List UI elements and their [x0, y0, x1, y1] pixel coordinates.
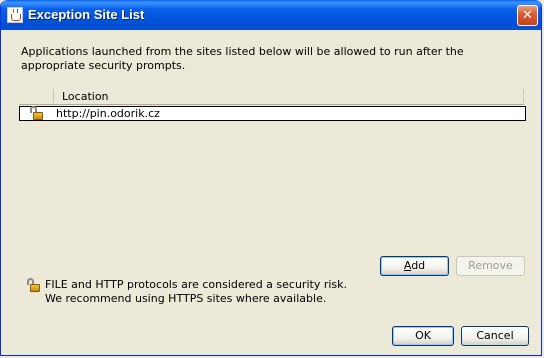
exception-site-list-dialog: Exception Site List ✕ Applications launc…: [0, 0, 542, 356]
row-icon-cell: [20, 106, 54, 120]
add-button[interactable]: Add: [380, 256, 449, 276]
unlocked-padlock-icon: [25, 278, 41, 292]
table-row[interactable]: http://pin.odorik.cz: [19, 106, 526, 121]
warning-line-2: We recommend using HTTPS sites where ava…: [45, 292, 327, 305]
table-header: Location: [19, 88, 524, 105]
warning-line-1: FILE and HTTP protocols are considered a…: [45, 278, 348, 291]
close-button[interactable]: ✕: [517, 5, 538, 26]
close-icon: ✕: [522, 8, 533, 23]
unlocked-padlock-icon: [28, 106, 44, 120]
location-cell-input[interactable]: http://pin.odorik.cz: [56, 107, 160, 120]
description-text: Applications launched from the sites lis…: [21, 45, 464, 72]
window-title: Exception Site List: [28, 7, 145, 22]
java-cup-icon: [7, 7, 23, 23]
ok-button[interactable]: OK: [392, 326, 454, 346]
security-warning: FILE and HTTP protocols are considered a…: [45, 278, 347, 306]
cancel-button[interactable]: Cancel: [461, 326, 529, 346]
title-bar[interactable]: Exception Site List ✕: [1, 0, 541, 30]
column-header-location[interactable]: Location: [62, 90, 109, 103]
exception-site-table: Location http://pin.odorik.cz: [19, 88, 526, 243]
remove-button[interactable]: Remove: [456, 256, 525, 276]
